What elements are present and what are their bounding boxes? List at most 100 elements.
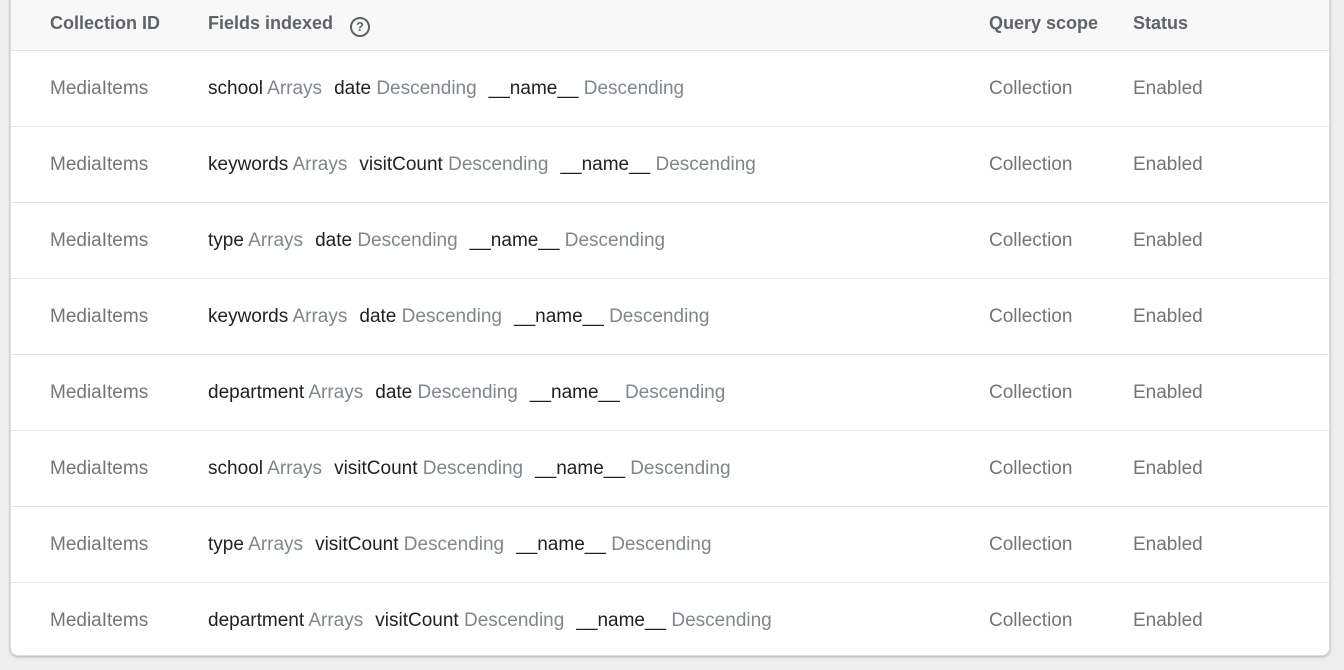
indexed-field: visitCount Descending [315, 534, 504, 555]
header-fields-indexed[interactable]: Fields indexed [208, 13, 333, 34]
indexed-field: department Arrays [208, 382, 363, 403]
indexed-field: __name__ Descending [576, 610, 771, 631]
field-name: keywords [208, 306, 289, 327]
table-row[interactable]: MediaItems type Arrays date Descending __na… [11, 203, 1329, 279]
query-scope-cell: Collection [989, 534, 1073, 555]
field-mode: Descending [611, 534, 712, 555]
field-mode: Descending [401, 306, 502, 327]
field-mode: Descending [357, 230, 458, 251]
field-name: department [208, 382, 305, 403]
field-mode: Descending [417, 382, 518, 403]
help-icon[interactable]: ? [350, 17, 370, 37]
field-name: __name__ [516, 534, 606, 555]
table-row[interactable]: MediaItems type Arrays visitCount Descendi… [11, 507, 1329, 583]
field-name: type [208, 230, 244, 251]
indexed-field: keywords Arrays [208, 306, 347, 327]
fields-indexed-cell: department Arrays visitCount Descending __… [208, 583, 784, 655]
fields-indexed-cell: school Arrays visitCount Descending __name… [208, 431, 743, 506]
field-name: department [208, 610, 305, 631]
indexed-field: type Arrays [208, 534, 303, 555]
query-scope-cell: Collection [989, 78, 1073, 99]
fields-indexed-cell: department Arrays date Descending __name__… [208, 355, 737, 430]
status-cell: Enabled [1133, 306, 1203, 327]
table-row[interactable]: MediaItems school Arrays date Descending __… [11, 51, 1329, 127]
field-mode: Arrays [292, 306, 348, 327]
collection-id-cell: MediaItems [50, 306, 149, 327]
indexed-field: __name__ Descending [560, 154, 755, 175]
table-row[interactable]: MediaItems department Arrays date Descendi… [11, 355, 1329, 431]
field-mode: Arrays [292, 154, 348, 175]
fields-indexed-cell: type Arrays date Descending __name__ Desce… [208, 203, 677, 278]
field-name: __name__ [576, 610, 667, 631]
field-mode: Descending [564, 230, 666, 251]
field-mode: Descending [655, 154, 756, 175]
field-mode: Descending [583, 78, 685, 99]
indexes-table: Collection ID Fields indexed ? Query sco… [10, 0, 1330, 656]
indexed-field: __name__ Descending [530, 382, 725, 403]
field-name: date [375, 382, 413, 403]
field-mode: Descending [463, 610, 565, 631]
status-cell: Enabled [1133, 458, 1203, 479]
field-name: keywords [208, 154, 289, 175]
status-cell: Enabled [1133, 154, 1203, 175]
field-name: __name__ [529, 382, 620, 403]
indexed-field: __name__ Descending [470, 230, 665, 251]
indexed-field: __name__ Descending [516, 534, 711, 555]
field-name: __name__ [560, 154, 651, 175]
field-name: __name__ [514, 306, 604, 327]
field-mode: Arrays [308, 382, 364, 403]
fields-indexed-cell: keywords Arrays date Descending __name__ D… [208, 279, 721, 354]
table-row[interactable]: MediaItems school Arrays visitCount Descen… [11, 431, 1329, 507]
query-scope-cell: Collection [989, 610, 1073, 631]
field-mode: Arrays [267, 78, 323, 99]
field-mode: Descending [630, 458, 731, 479]
indexed-field: __name__ Descending [489, 78, 684, 99]
field-name: school [208, 78, 263, 99]
query-scope-cell: Collection [989, 382, 1073, 403]
field-name: visitCount [375, 610, 459, 631]
collection-id-cell: MediaItems [50, 458, 149, 479]
indexed-field: date Descending [334, 78, 477, 99]
query-scope-cell: Collection [989, 458, 1073, 479]
indexed-field: visitCount Descending [359, 154, 548, 175]
field-mode: Arrays [267, 458, 323, 479]
field-mode: Arrays [248, 230, 304, 251]
field-mode: Descending [448, 154, 549, 175]
header-query-scope[interactable]: Query scope [989, 13, 1098, 34]
collection-id-cell: MediaItems [50, 610, 149, 631]
indexed-field: date Descending [315, 230, 458, 251]
header-status[interactable]: Status [1133, 13, 1188, 34]
field-name: date [315, 230, 353, 251]
field-name: __name__ [469, 230, 560, 251]
field-name: __name__ [535, 458, 625, 479]
table-row[interactable]: MediaItems keywords Arrays visitCount Desc… [11, 127, 1329, 203]
status-cell: Enabled [1133, 382, 1203, 403]
field-mode: Descending [376, 78, 477, 99]
collection-id-cell: MediaItems [50, 78, 149, 99]
field-mode: Arrays [308, 610, 364, 631]
fields-indexed-cell: keywords Arrays visitCount Descending __na… [208, 127, 768, 202]
status-cell: Enabled [1133, 610, 1203, 631]
indexed-field: visitCount Descending [334, 458, 523, 479]
field-name: date [359, 306, 397, 327]
field-mode: Descending [422, 458, 524, 479]
table-body: MediaItems school Arrays date Descending __… [11, 51, 1329, 655]
field-name: __name__ [488, 78, 579, 99]
query-scope-cell: Collection [989, 230, 1073, 251]
field-name: visitCount [315, 534, 399, 555]
collection-id-cell: MediaItems [50, 154, 149, 175]
header-collection-id[interactable]: Collection ID [50, 13, 160, 34]
field-mode: Descending [403, 534, 505, 555]
table-row[interactable]: MediaItems department Arrays visitCount De… [11, 583, 1329, 655]
status-cell: Enabled [1133, 78, 1203, 99]
indexed-field: __name__ Descending [514, 306, 709, 327]
table-row[interactable]: MediaItems keywords Arrays date Descending… [11, 279, 1329, 355]
field-name: school [208, 458, 263, 479]
status-cell: Enabled [1133, 534, 1203, 555]
indexed-field: department Arrays [208, 610, 363, 631]
field-mode: Descending [609, 306, 710, 327]
query-scope-cell: Collection [989, 154, 1073, 175]
field-mode: Descending [624, 382, 726, 403]
indexed-field: visitCount Descending [375, 610, 564, 631]
fields-indexed-cell: school Arrays date Descending __name__ Des… [208, 51, 696, 126]
